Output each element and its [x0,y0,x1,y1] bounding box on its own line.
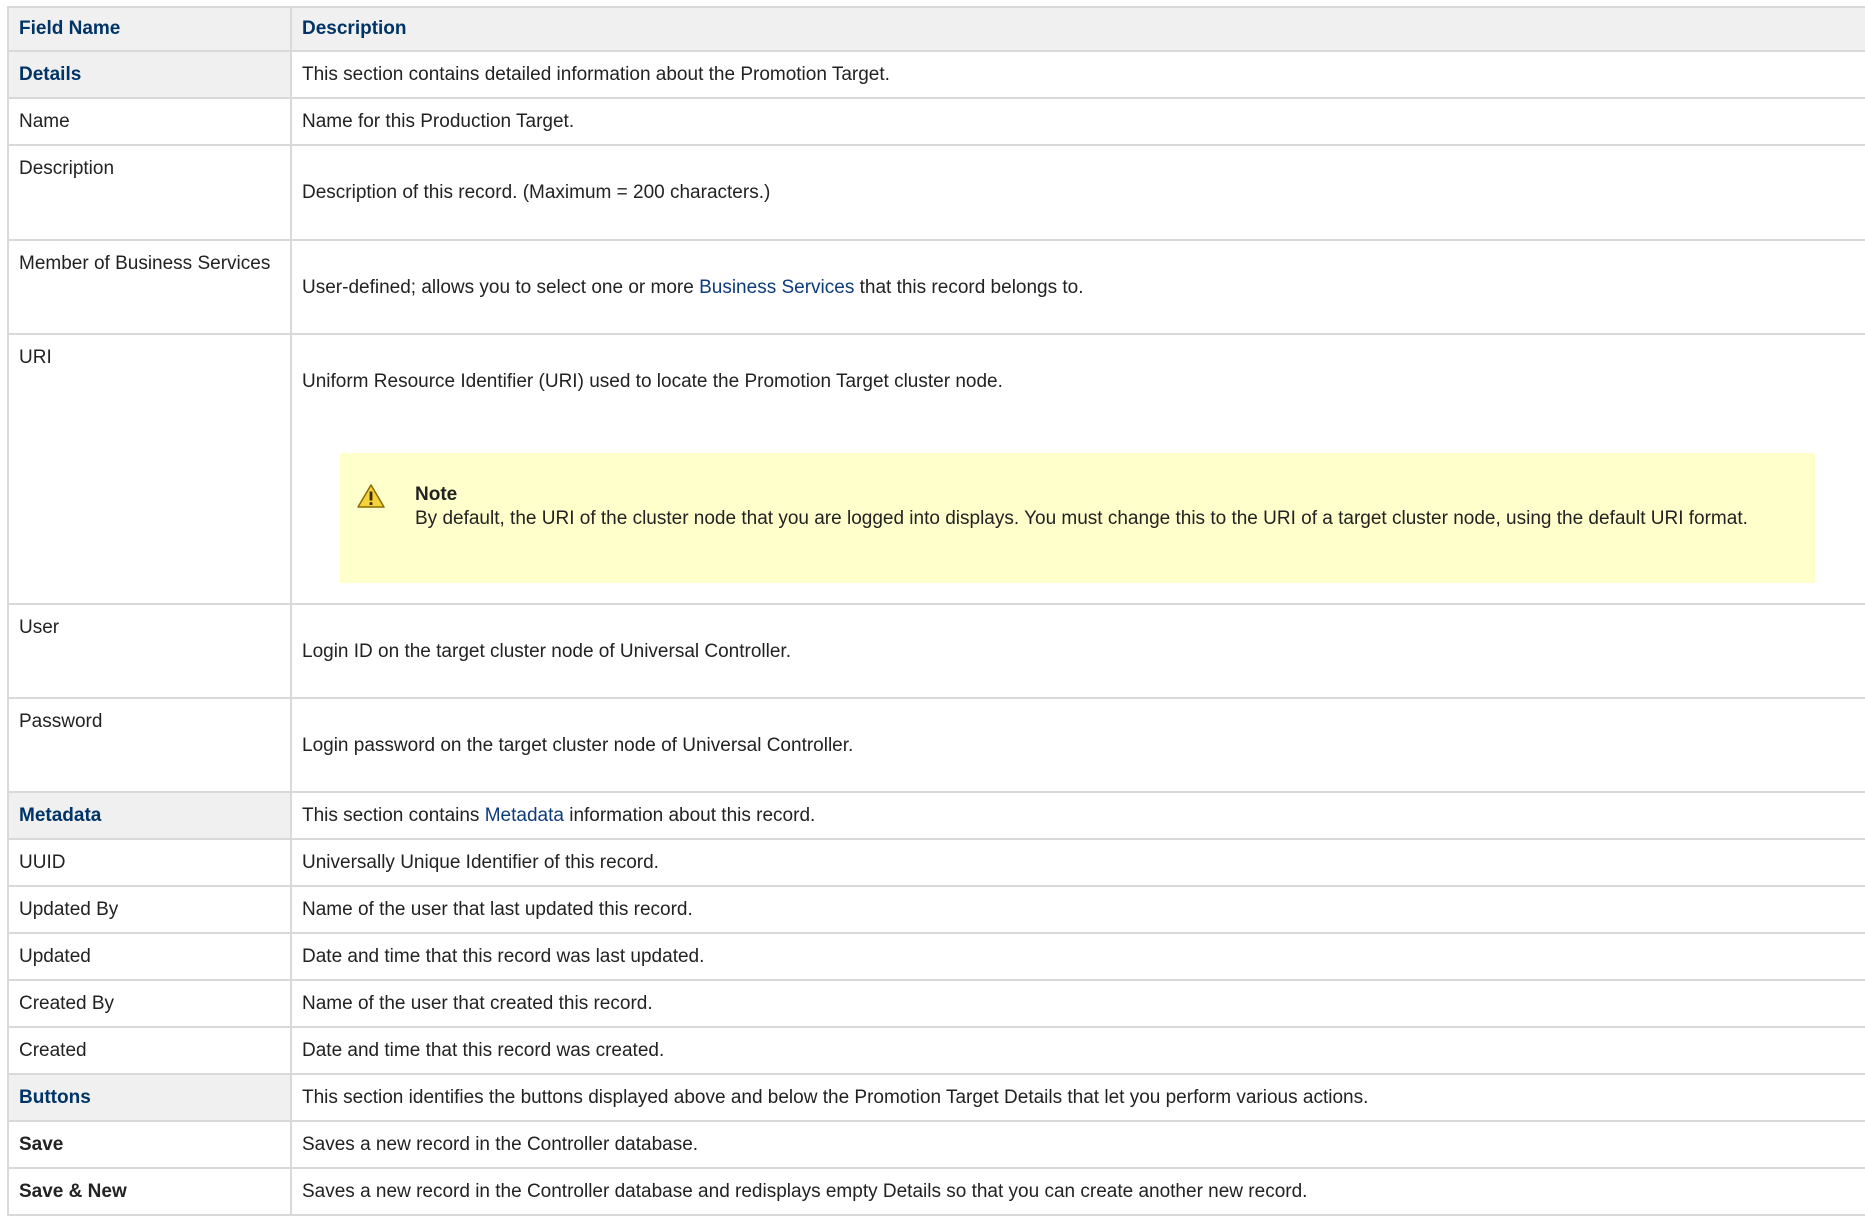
table-row-name: Name Name for this Production Target. [7,97,1865,146]
note-box: Note By default, the URI of the cluster … [340,453,1815,583]
row-description: Date and time that this record was creat… [290,1026,1865,1075]
table-row-details: Details This section contains detailed i… [7,50,1865,99]
note-text: By default, the URI of the cluster node … [415,508,1748,529]
section-heading-buttons: Buttons [7,1073,292,1122]
description-text-before: User-defined; allows you to select one o… [302,277,700,298]
table-row-created-by: Created By Name of the user that created… [7,979,1865,1028]
field-name: Name [7,97,292,146]
business-services-link[interactable]: Business Services [699,277,854,298]
field-name: Password [7,697,292,793]
table-row-uuid: UUID Universally Unique Identifier of th… [7,838,1865,887]
table-row-member-of-business-services: Member of Business Services User-defined… [7,239,1865,335]
row-description: Name for this Production Target. [290,97,1865,146]
row-description: Login password on the target cluster nod… [290,697,1865,793]
field-name: Member of Business Services [7,239,292,335]
field-name: Updated [7,932,292,981]
field-name: Save [7,1120,292,1169]
table-row-metadata: Metadata This section contains Metadata … [7,791,1865,840]
field-name: URI [7,333,292,605]
row-description: User-defined; allows you to select one o… [290,239,1865,335]
row-description: Login ID on the target cluster node of U… [290,603,1865,699]
field-name: User [7,603,292,699]
table-row-password: Password Login password on the target cl… [7,697,1865,793]
table-row-user: User Login ID on the target cluster node… [7,603,1865,699]
metadata-link[interactable]: Metadata [485,805,564,826]
field-name: Updated By [7,885,292,934]
column-header-field-name: Field Name [7,6,292,52]
row-description: Saves a new record in the Controller dat… [290,1167,1865,1216]
field-name: UUID [7,838,292,887]
table-row-updated-by: Updated By Name of the user that last up… [7,885,1865,934]
table-row-buttons: Buttons This section identifies the butt… [7,1073,1865,1122]
row-description: Name of the user that last updated this … [290,885,1865,934]
table-row-updated: Updated Date and time that this record w… [7,932,1865,981]
table-row-uri: URI Uniform Resource Identifier (URI) us… [7,333,1865,605]
table-row-created: Created Date and time that this record w… [7,1026,1865,1075]
row-description: Universally Unique Identifier of this re… [290,838,1865,887]
section-heading-metadata: Metadata [7,791,292,840]
field-name: Description [7,144,292,241]
description-text-before: This section contains [302,805,485,826]
row-description: Date and time that this record was last … [290,932,1865,981]
row-description: This section contains Metadata informati… [290,791,1865,840]
field-name: Created [7,1026,292,1075]
column-header-description: Description [290,6,1865,52]
field-table-container: Field Name Description Details This sect… [7,6,1865,1216]
row-description: Description of this record. (Maximum = 2… [290,144,1865,241]
row-description: Saves a new record in the Controller dat… [290,1120,1865,1169]
row-description: This section identifies the buttons disp… [290,1073,1865,1122]
row-description: Uniform Resource Identifier (URI) used t… [302,371,1003,392]
field-name: Save & New [7,1167,292,1216]
section-heading-details: Details [7,50,292,99]
description-text-after: that this record belongs to. [854,277,1084,298]
table-row-description: Description Description of this record. … [7,144,1865,241]
table-row-save-and-new: Save & New Saves a new record in the Con… [7,1167,1865,1216]
description-text-after: information about this record. [563,805,816,826]
table-header-row: Field Name Description [7,6,1865,52]
field-description-table: Field Name Description Details This sect… [7,6,1865,1216]
row-description: Name of the user that created this recor… [290,979,1865,1028]
table-row-save: Save Saves a new record in the Controlle… [7,1120,1865,1169]
row-description-uri: Uniform Resource Identifier (URI) used t… [290,333,1865,605]
note-title: Note [415,484,458,505]
warning-icon [357,484,385,508]
row-description: This section contains detailed informati… [290,50,1865,99]
field-name: Created By [7,979,292,1028]
